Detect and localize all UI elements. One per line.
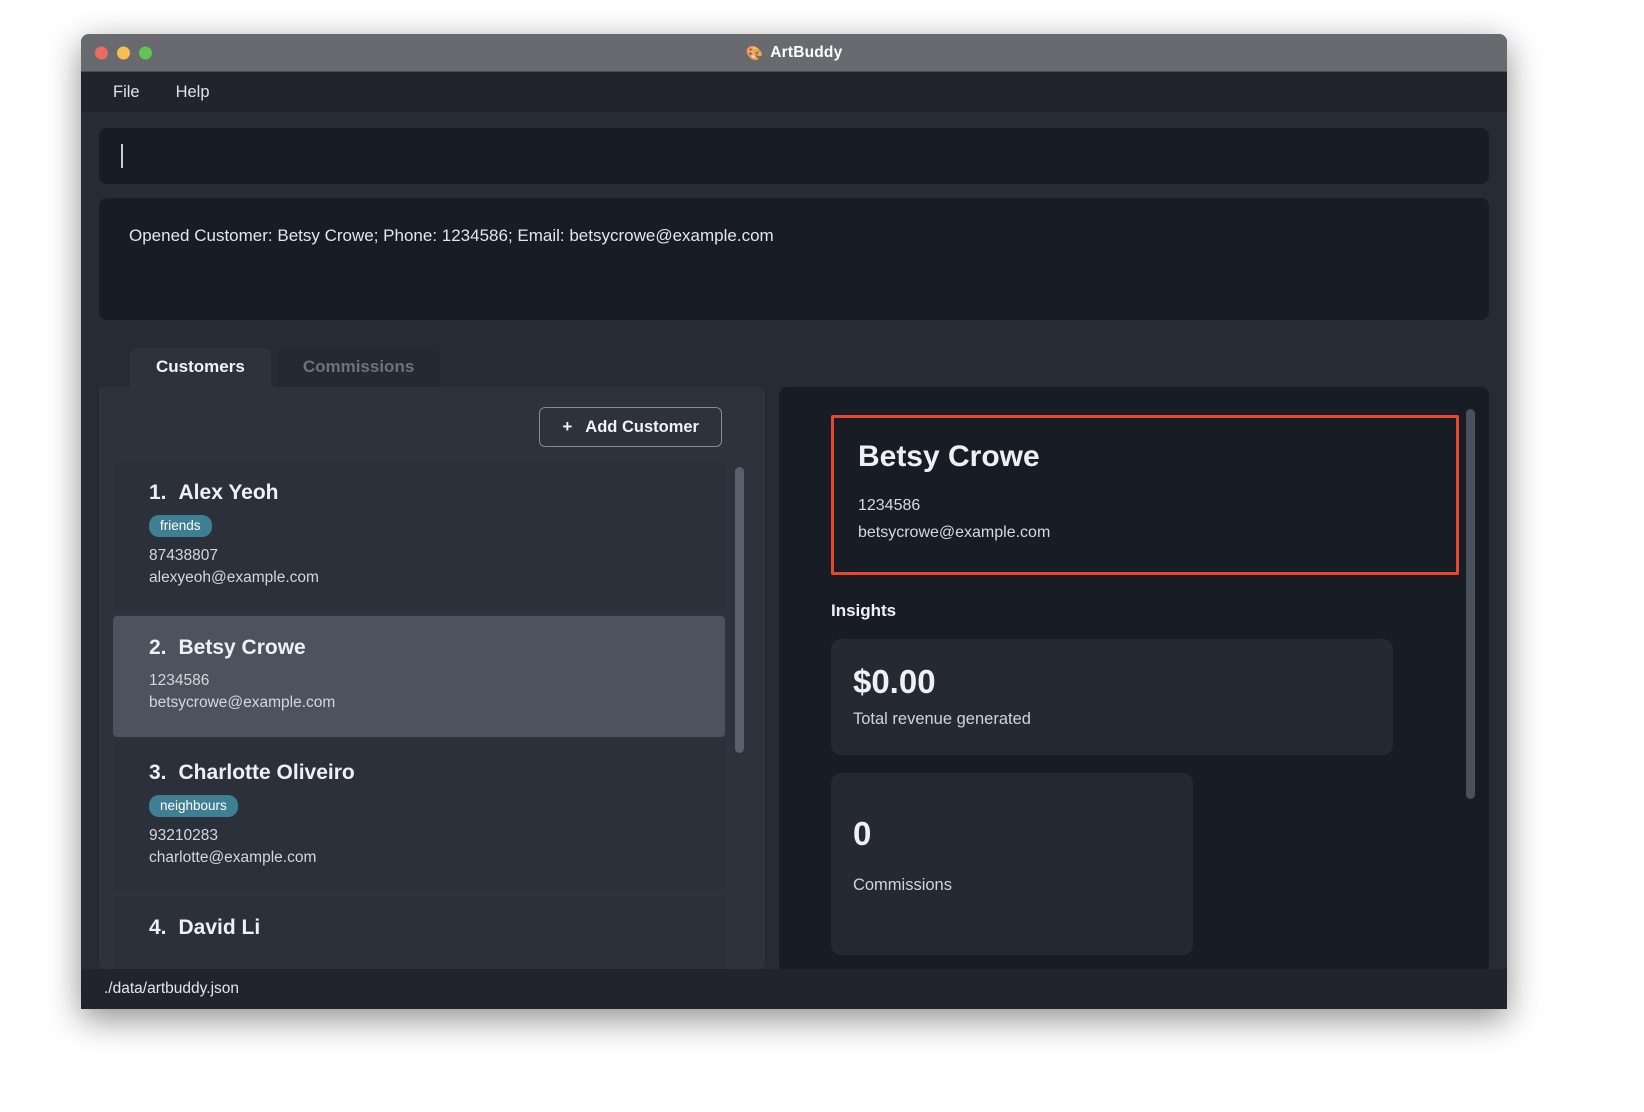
minimize-button[interactable]: [117, 46, 130, 59]
plus-icon: +: [562, 417, 573, 436]
customer-index: 2.: [149, 635, 167, 659]
customer-index: 1.: [149, 481, 167, 504]
customer-list-item[interactable]: 3. Charlotte Oliveiro neighbours 9321028…: [113, 740, 725, 892]
stat-label-commissions: Commissions: [852, 876, 952, 895]
status-bar-path: ./data/artbuddy.json: [104, 980, 239, 997]
stat-value-revenue: $0.00: [852, 663, 936, 701]
customer-index: 3.: [149, 760, 167, 784]
add-customer-button[interactable]: + Add Customer: [539, 407, 722, 447]
customer-name: Alex Yeoh: [178, 481, 279, 504]
customer-name-row: 2. Betsy Crowe: [149, 636, 689, 660]
customer-list-viewport: 1. Alex Yeoh friends 87438807 alexyeoh@e…: [113, 461, 751, 971]
customers-pane: + Add Customer 1. Alex Yeoh friends 8743…: [99, 387, 765, 972]
tab-customers[interactable]: Customers: [130, 348, 271, 387]
command-input[interactable]: [99, 128, 1489, 184]
customer-name: David Li: [178, 915, 261, 939]
stat-label-revenue: Total revenue generated: [852, 710, 1031, 729]
text-caret: [121, 144, 123, 168]
stat-card-commissions: 0 Commissions: [830, 773, 1193, 956]
customer-tag: neighbours: [149, 794, 238, 817]
customer-name: Betsy Crowe: [178, 635, 306, 659]
tab-commissions[interactable]: Commissions: [276, 348, 441, 387]
window-titlebar: 🎨 ArtBuddy: [81, 34, 1507, 72]
menu-item-help[interactable]: Help: [164, 79, 222, 106]
stat-value-commissions: 0: [852, 815, 872, 853]
customer-phone: 1234586: [149, 671, 210, 689]
customer-detail-card: Betsy Crowe 1234586 betsycrowe@example.c…: [830, 415, 1459, 576]
customer-name-row: 4. David Li: [149, 916, 689, 940]
detail-customer-name: Betsy Crowe: [857, 440, 1040, 473]
insights-heading: Insights: [830, 601, 897, 621]
customer-list-scrollbar-thumb[interactable]: [734, 467, 744, 753]
window-title: 🎨 ArtBuddy: [746, 44, 843, 62]
customer-name: Charlotte Oliveiro: [178, 760, 355, 784]
app-body: Opened Customer: Betsy Crowe; Phone: 123…: [81, 112, 1507, 1009]
window-title-label: ArtBuddy: [770, 43, 843, 61]
customer-name-row: 3. Charlotte Oliveiro: [149, 761, 689, 785]
customer-list: 1. Alex Yeoh friends 87438807 alexyeoh@e…: [113, 461, 751, 971]
menu-bar: File Help: [81, 72, 1507, 112]
add-customer-label: Add Customer: [585, 417, 699, 436]
customer-list-item[interactable]: 2. Betsy Crowe 1234586 betsycrowe@exampl…: [113, 615, 725, 737]
result-display: Opened Customer: Betsy Crowe; Phone: 123…: [99, 198, 1489, 320]
screenshot-root: 🎨 ArtBuddy File Help Opened Customer: Be…: [0, 0, 1644, 1112]
customer-name-row: 1. Alex Yeoh: [149, 481, 689, 505]
close-button[interactable]: [95, 46, 108, 59]
detail-customer-phone: 1234586: [857, 497, 921, 514]
stat-card-revenue: $0.00 Total revenue generated: [830, 639, 1393, 756]
customer-index: 4.: [149, 915, 167, 939]
app-window: 🎨 ArtBuddy File Help Opened Customer: Be…: [81, 34, 1507, 1009]
detail-customer-email: betsycrowe@example.com: [857, 524, 1051, 542]
customer-list-item[interactable]: 1. Alex Yeoh friends 87438807 alexyeoh@e…: [113, 461, 725, 612]
customer-phone: 87438807: [149, 547, 218, 564]
maximize-button[interactable]: [139, 46, 152, 59]
status-bar: ./data/artbuddy.json: [81, 969, 1507, 1009]
tab-bar: Customers Commissions: [130, 347, 1489, 387]
customer-email: alexyeoh@example.com: [149, 569, 319, 587]
customer-email: betsycrowe@example.com: [149, 694, 336, 712]
customer-phone: 93210283: [149, 826, 218, 844]
toolbar-row: + Add Customer: [113, 401, 751, 447]
detail-pane-scrollbar-thumb[interactable]: [1466, 409, 1475, 799]
customer-detail-pane: Betsy Crowe 1234586 betsycrowe@example.c…: [778, 387, 1489, 972]
palette-icon: 🎨: [745, 44, 764, 61]
result-message: Opened Customer: Betsy Crowe; Phone: 123…: [129, 226, 774, 245]
customer-email: charlotte@example.com: [149, 849, 317, 867]
window-controls[interactable]: [95, 46, 152, 59]
customer-list-item[interactable]: 4. David Li: [113, 895, 725, 971]
customer-tag: friends: [149, 515, 212, 537]
main-panes: + Add Customer 1. Alex Yeoh friends 8743…: [99, 387, 1489, 972]
menu-item-file[interactable]: File: [101, 79, 152, 106]
